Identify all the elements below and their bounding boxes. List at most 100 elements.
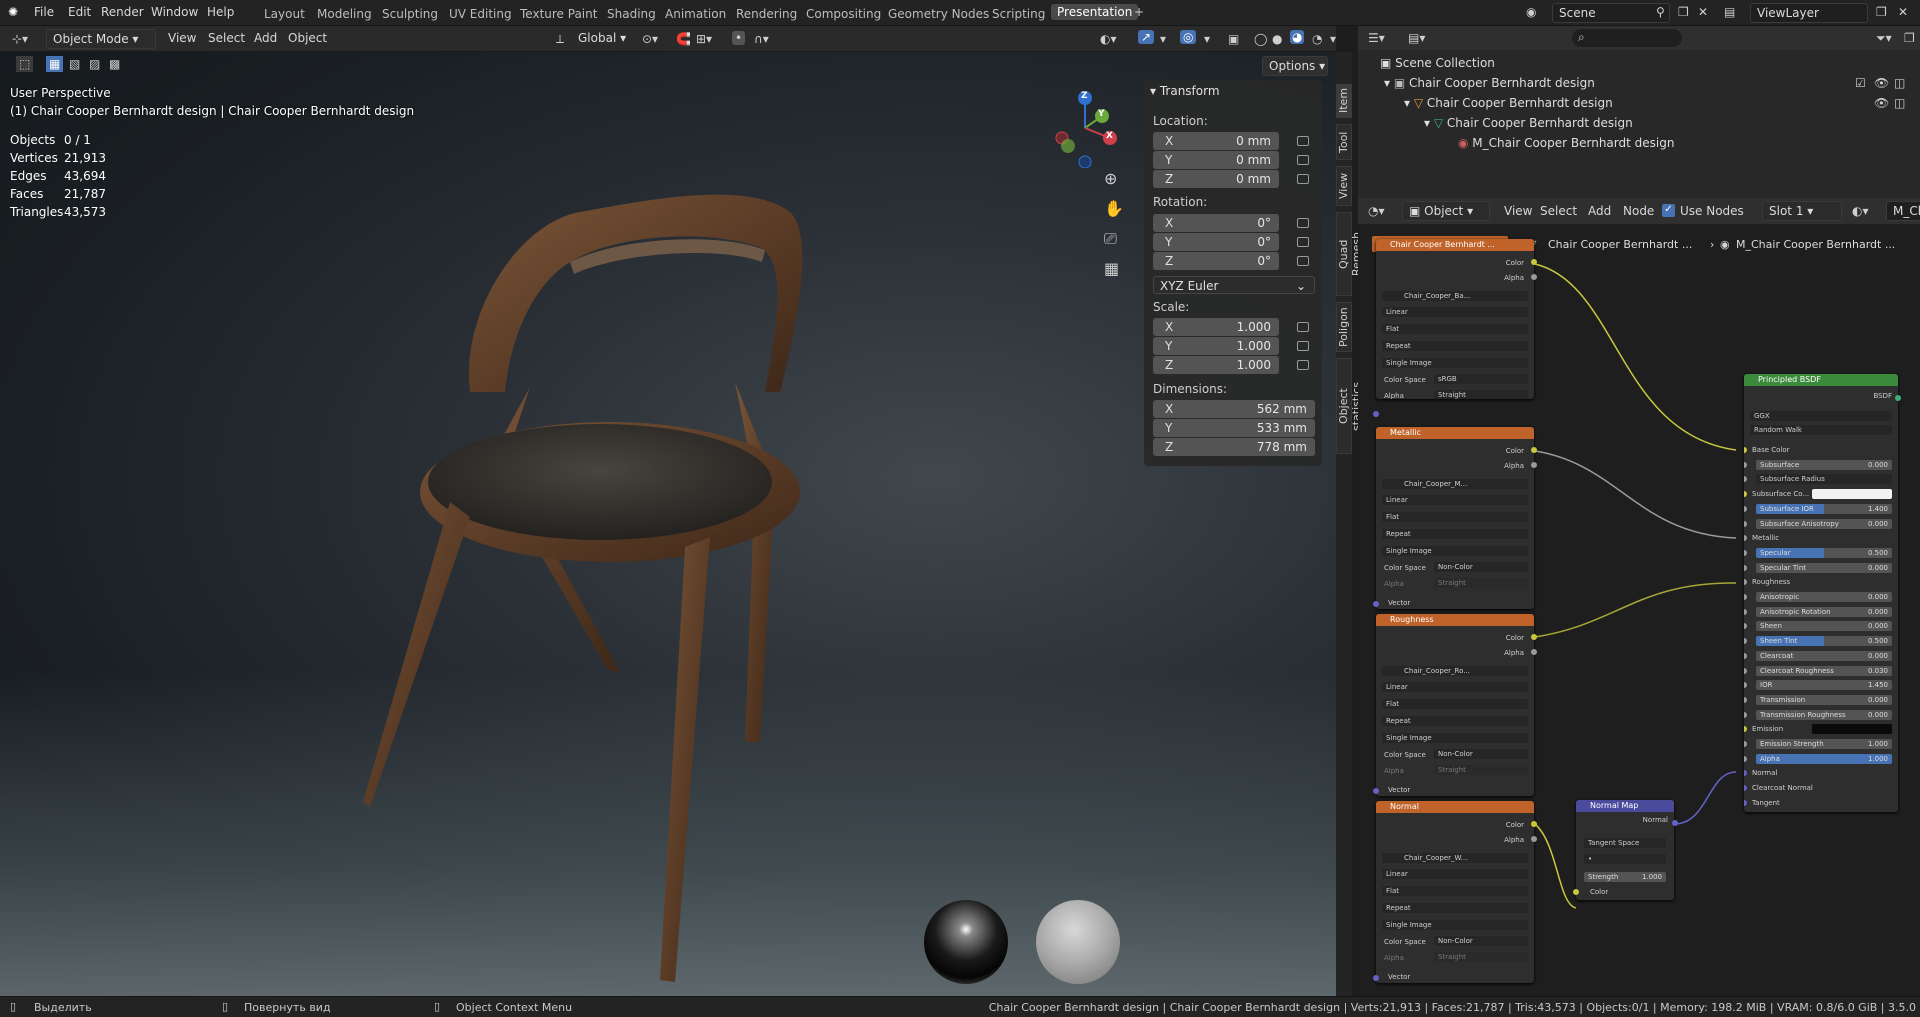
image-selector[interactable]: Chair_Cooper_W... xyxy=(1382,853,1528,863)
tab-texture-paint[interactable]: Texture Paint xyxy=(520,7,597,21)
image-selector[interactable]: Chair_Cooper_Ba... xyxy=(1382,291,1528,301)
use-nodes-checkbox[interactable]: ✓ xyxy=(1662,204,1675,217)
wireframe-shading-icon[interactable]: ◯ xyxy=(1254,32,1267,46)
bsdf-input-socket[interactable] xyxy=(1744,505,1747,512)
bsdf-input-socket[interactable] xyxy=(1744,461,1747,468)
pin-icon[interactable]: ⚲ xyxy=(1656,5,1665,19)
snap-target-icon[interactable]: ⊞▾ xyxy=(696,32,712,46)
bsdf-value-field[interactable]: Specular 0.500 xyxy=(1756,547,1892,558)
extension-dropdown[interactable]: Repeat xyxy=(1382,529,1528,539)
distribution-dropdown[interactable]: GGX xyxy=(1750,411,1892,421)
material-name-field[interactable]: M_Cha xyxy=(1886,201,1920,221)
color-swatch[interactable] xyxy=(1812,724,1892,735)
bsdf-input-socket[interactable] xyxy=(1744,755,1747,762)
normal-map-node[interactable]: Normal Map Normal Tangent Space • Streng… xyxy=(1576,800,1674,900)
color-out-socket[interactable] xyxy=(1531,821,1537,827)
interpolation-dropdown[interactable]: Linear xyxy=(1382,307,1528,317)
vp-menu-view[interactable]: View xyxy=(168,31,196,45)
tab-shading[interactable]: Shading xyxy=(607,7,656,21)
overlays-dropdown-icon[interactable]: ▾ xyxy=(1204,32,1210,46)
material-shading-icon[interactable]: ◕ xyxy=(1290,30,1305,44)
color-swatch[interactable] xyxy=(1812,489,1892,500)
dimension-y-field[interactable]: Y 533 mm xyxy=(1153,419,1315,437)
bsdf-value-field[interactable]: Emission Strength 1.000 xyxy=(1756,739,1892,749)
color-out-socket[interactable] xyxy=(1531,259,1537,265)
select-extend-icon[interactable]: ▧ xyxy=(66,56,83,72)
rotation-y-field[interactable]: Y 0° xyxy=(1153,233,1279,251)
transform-panel-title[interactable]: ▾ Transform xyxy=(1150,84,1220,98)
rotation-z-field[interactable]: Z 0° xyxy=(1153,252,1279,270)
filter-icon[interactable]: ⏷▾ xyxy=(1876,31,1892,45)
color-out-socket[interactable] xyxy=(1531,447,1537,453)
select-box-icon[interactable]: ▦ xyxy=(46,56,64,72)
falloff-icon[interactable]: ∩▾ xyxy=(754,32,769,46)
alpha-out-socket[interactable] xyxy=(1531,462,1537,468)
bsdf-input-socket[interactable] xyxy=(1744,652,1747,659)
outliner-search-input[interactable]: ⌕ xyxy=(1572,29,1682,47)
bsdf-input-socket[interactable] xyxy=(1744,711,1747,718)
bsdf-input-socket[interactable] xyxy=(1744,476,1747,483)
menu-help[interactable]: Help xyxy=(207,5,234,19)
tab-scripting[interactable]: Scripting xyxy=(992,7,1045,21)
visibility-icon[interactable]: ◐▾ xyxy=(1100,32,1117,46)
subsurface-method-dropdown[interactable]: Random Walk xyxy=(1750,425,1892,435)
pivot-icon[interactable]: ⊙▾ xyxy=(642,32,658,46)
rotation-mode-dropdown[interactable]: XYZ Euler ⌄ xyxy=(1153,276,1315,294)
lock-icon[interactable] xyxy=(1297,360,1309,370)
projection-dropdown[interactable]: Flat xyxy=(1382,324,1528,334)
color-out-socket[interactable] xyxy=(1531,634,1537,640)
rendered-shading-icon[interactable]: ◔ xyxy=(1312,32,1322,46)
bsdf-input-socket[interactable] xyxy=(1744,696,1747,703)
extension-dropdown[interactable]: Repeat xyxy=(1382,903,1528,913)
tab-uv-editing[interactable]: UV Editing xyxy=(449,7,512,21)
normal-out-socket[interactable] xyxy=(1672,820,1678,826)
alpha-mode-dropdown[interactable]: Straight xyxy=(1434,952,1528,962)
add-workspace-icon[interactable]: + xyxy=(1134,5,1144,19)
strength-field[interactable]: Strength 1.000 xyxy=(1584,872,1666,882)
source-dropdown[interactable]: Single Image xyxy=(1382,546,1528,556)
alpha-mode-dropdown[interactable]: Straight xyxy=(1434,578,1528,588)
xray-icon[interactable]: ▣ xyxy=(1228,32,1239,46)
vector-in-socket[interactable] xyxy=(1373,411,1379,417)
bsdf-input-socket[interactable] xyxy=(1744,623,1747,630)
bsdf-value-field[interactable]: Sheen 0.000 xyxy=(1756,621,1892,632)
lock-icon[interactable] xyxy=(1297,237,1309,247)
gizmo-dropdown-icon[interactable]: ▾ xyxy=(1160,32,1166,46)
snap-icon[interactable]: 🧲 xyxy=(676,32,691,46)
outliner-row-material[interactable]: ◉ M_Chair Cooper Bernhardt design xyxy=(1458,136,1674,150)
dimension-x-field[interactable]: X 562 mm xyxy=(1153,400,1315,418)
rotation-x-field[interactable]: X 0° xyxy=(1153,214,1279,232)
outliner-row-mesh[interactable]: ▾ ▽ Chair Cooper Bernhardt design xyxy=(1424,116,1633,130)
bsdf-input-socket[interactable] xyxy=(1744,799,1747,806)
delete-scene-icon[interactable]: ✕ xyxy=(1698,5,1708,19)
slot-dropdown[interactable]: Slot 1 ▾ xyxy=(1762,201,1842,221)
material-browse-icon[interactable]: ◐▾ xyxy=(1852,204,1869,218)
alpha-out-socket[interactable] xyxy=(1531,274,1537,280)
bsdf-value-field[interactable]: Transmission 0.000 xyxy=(1756,694,1892,705)
camera-render-icon[interactable]: ◫ xyxy=(1894,76,1905,90)
tab-animation[interactable]: Animation xyxy=(665,7,726,21)
lock-icon[interactable] xyxy=(1297,256,1309,266)
mode-dropdown[interactable]: Object Mode ▾ xyxy=(46,29,156,49)
select-subtract-icon[interactable]: ▨ xyxy=(86,56,103,72)
bsdf-input-socket[interactable] xyxy=(1744,564,1747,571)
projection-dropdown[interactable]: Flat xyxy=(1382,886,1528,896)
editor-type-icon[interactable]: ⊹▾ xyxy=(12,32,28,46)
image-texture-node[interactable]: Metallic Color Alpha Chair_Cooper_M... L… xyxy=(1376,427,1534,609)
color-space-dropdown[interactable]: Non-Color xyxy=(1434,562,1528,572)
lock-icon[interactable] xyxy=(1297,174,1309,184)
bsdf-input-socket[interactable] xyxy=(1744,594,1747,600)
image-selector[interactable]: Chair_Cooper_M... xyxy=(1382,479,1528,489)
alpha-mode-dropdown[interactable]: Straight xyxy=(1434,390,1528,399)
bsdf-value-field[interactable]: Alpha 1.000 xyxy=(1756,753,1892,764)
tab-geometry-nodes[interactable]: Geometry Nodes xyxy=(888,7,989,21)
bsdf-value-field[interactable]: IOR 1.450 xyxy=(1756,680,1892,691)
camera-render-icon[interactable]: ◫ xyxy=(1894,96,1905,110)
scene-field[interactable]: Scene xyxy=(1552,3,1670,23)
color-space-dropdown[interactable]: sRGB xyxy=(1434,374,1528,384)
3d-viewport[interactable]: ⬚ ▦ ▧ ▨ ▩ Options ▾ User Perspective (1)… xyxy=(0,52,1336,996)
breadcrumb-material[interactable]: M_Chair Cooper Bernhardt ... xyxy=(1736,238,1895,251)
gizmo-toggle-icon[interactable]: ↗ xyxy=(1138,30,1155,44)
extension-dropdown[interactable]: Repeat xyxy=(1382,341,1528,351)
normal-space-dropdown[interactable]: Tangent Space xyxy=(1584,838,1666,848)
